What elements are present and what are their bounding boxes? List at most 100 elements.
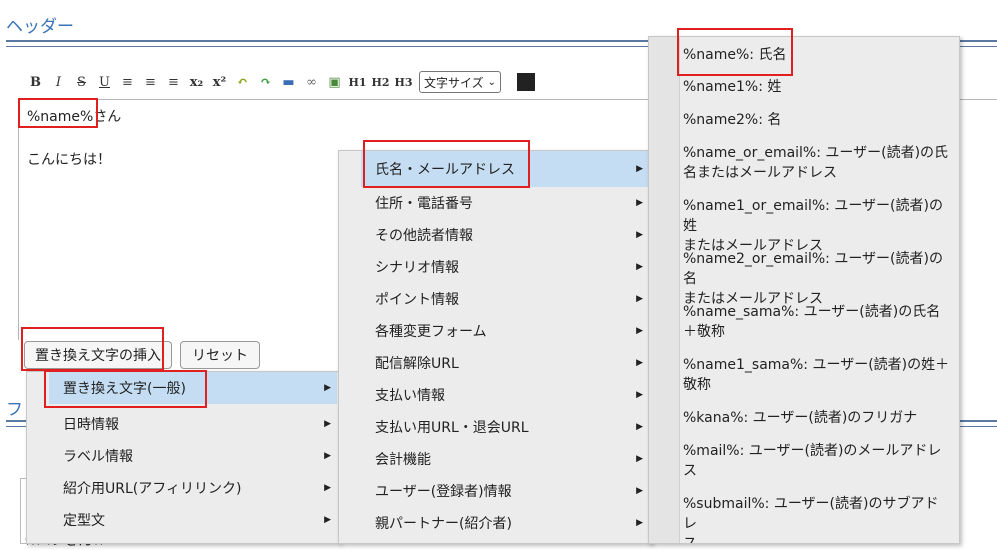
menu-item-label: その他読者情報 <box>375 228 473 244</box>
menu-item-label-info[interactable]: ラベル情報 ▶ <box>49 440 337 472</box>
caret-right-icon: ▶ <box>324 515 331 525</box>
text-color-button[interactable] <box>517 73 536 91</box>
highlight-name-placeholder <box>677 28 793 76</box>
caret-right-icon: ▶ <box>636 518 643 528</box>
placeholder-text-cont: 敬称 <box>683 377 711 393</box>
placeholder-name1-sama[interactable]: %name1_sama%: ユーザー(読者)の姓＋ 敬称 <box>649 355 951 395</box>
reset-button[interactable]: リセット <box>180 341 260 369</box>
highlight-name-email-item <box>363 140 530 188</box>
underline-button[interactable]: U <box>93 71 116 93</box>
caret-right-icon: ▶ <box>636 262 643 272</box>
caret-right-icon: ▶ <box>324 383 331 393</box>
placeholder-text: %name_or_email%: ユーザー(読者)の氏 <box>683 145 949 161</box>
strikethrough-button[interactable]: S <box>70 71 93 93</box>
placeholder-text: %name1_or_email%: ユーザー(読者)の姓 <box>683 198 943 234</box>
name-email-placeholder-menu: %name%: 氏名 %name1%: 姓 %name2%: 名 %name_o… <box>648 36 960 544</box>
menu-item-accounting[interactable]: 会計機能 ▶ <box>361 443 649 475</box>
placeholder-mail[interactable]: %mail%: ユーザー(読者)のメールアドレ ス <box>649 441 951 481</box>
align-left-button[interactable]: ≡ <box>116 71 139 93</box>
horizontal-rule-icon[interactable]: ▬ <box>277 71 300 93</box>
placeholder-text: %name_sama%: ユーザー(読者)の氏名 <box>683 304 941 320</box>
placeholder-text-cont: ス <box>683 536 697 544</box>
caret-right-icon: ▶ <box>636 294 643 304</box>
caret-right-icon: ▶ <box>324 483 331 493</box>
link-icon[interactable]: ∞ <box>300 71 323 93</box>
menu-item-datetime[interactable]: 日時情報 ▶ <box>49 408 337 440</box>
placeholder-text: %name1_sama%: ユーザー(読者)の姓＋ <box>683 357 950 373</box>
redo-icon[interactable]: ↷ <box>254 71 277 93</box>
general-placeholder-menu: 氏名・メールアドレス ▶ 住所・電話番号 ▶ その他読者情報 ▶ シナリオ情報 … <box>338 150 652 544</box>
menu-item-label: 定型文 <box>63 513 105 529</box>
menu-item-label: 親パートナー(紹介者) <box>375 516 512 532</box>
menu-item-affiliate-url[interactable]: 紹介用URL(アフィリリンク) ▶ <box>49 472 337 504</box>
heading1-button[interactable]: H1 <box>346 71 369 93</box>
caret-right-icon: ▶ <box>324 419 331 429</box>
menu-item-label: 支払い用URL・退会URL <box>375 420 529 436</box>
caret-right-icon: ▶ <box>636 486 643 496</box>
menu-item-payment-info[interactable]: 支払い情報 ▶ <box>361 379 649 411</box>
image-icon[interactable]: ▣ <box>323 71 346 93</box>
caret-right-icon: ▶ <box>636 390 643 400</box>
caret-right-icon: ▶ <box>636 326 643 336</box>
caret-right-icon: ▶ <box>636 198 643 208</box>
menu-item-label: シナリオ情報 <box>375 260 459 276</box>
placeholder-text: %name2%: 名 <box>683 112 782 128</box>
menu-item-scenario[interactable]: シナリオ情報 ▶ <box>361 251 649 283</box>
placeholder-text: %name2_or_email%: ユーザー(読者)の名 <box>683 251 943 287</box>
menu-item-points[interactable]: ポイント情報 ▶ <box>361 283 649 315</box>
caret-right-icon: ▶ <box>636 422 643 432</box>
section-title-header: ヘッダー <box>6 17 74 37</box>
bold-button[interactable]: B <box>24 71 47 93</box>
placeholder-text-cont: 名またはメールアドレス <box>683 165 837 181</box>
highlight-name-token <box>18 98 98 128</box>
placeholder-text-cont: ＋敬称 <box>683 324 725 340</box>
placeholder-text: %name1%: 姓 <box>683 79 782 95</box>
align-center-button[interactable]: ≡ <box>139 71 162 93</box>
caret-right-icon: ▶ <box>324 451 331 461</box>
menu-item-label: ラベル情報 <box>63 449 133 465</box>
font-size-select[interactable]: 文字サイズ ⌄ <box>419 71 502 93</box>
menu-item-label: ユーザー(登録者)情報 <box>375 484 512 500</box>
heading2-button[interactable]: H2 <box>369 71 392 93</box>
placeholder-text: %submail%: ユーザー(読者)のサブアドレ <box>683 496 939 532</box>
menu-item-label: 支払い情報 <box>375 388 445 404</box>
menu-item-label: 住所・電話番号 <box>375 196 473 212</box>
menu-item-other-reader[interactable]: その他読者情報 ▶ <box>361 219 649 251</box>
placeholder-kana[interactable]: %kana%: ユーザー(読者)のフリガナ <box>649 408 951 428</box>
placeholder-name1-or-email[interactable]: %name1_or_email%: ユーザー(読者)の姓 またはメールアドレス <box>649 196 951 256</box>
menu-item-label: 会計機能 <box>375 452 431 468</box>
menu-item-address-phone[interactable]: 住所・電話番号 ▶ <box>361 187 649 219</box>
menu-item-label: 配信解除URL <box>375 356 459 372</box>
placeholder-name-sama[interactable]: %name_sama%: ユーザー(読者)の氏名 ＋敬称 <box>649 302 951 342</box>
placeholder-name2-or-email[interactable]: %name2_or_email%: ユーザー(読者)の名 またはメールアドレス <box>649 249 951 309</box>
placeholder-name1[interactable]: %name1%: 姓 <box>649 77 951 97</box>
undo-icon[interactable]: ↶ <box>231 71 254 93</box>
menu-item-change-forms[interactable]: 各種変更フォーム ▶ <box>361 315 649 347</box>
menu-item-parent-partner[interactable]: 親パートナー(紹介者) ▶ <box>361 507 649 539</box>
menu-item-user-info[interactable]: ユーザー(登録者)情報 ▶ <box>361 475 649 507</box>
highlight-insert-button <box>21 327 164 371</box>
chevron-down-icon: ⌄ <box>487 76 497 88</box>
subscript-button[interactable]: x₂ <box>185 71 208 93</box>
section-title-footer: フ <box>6 400 23 420</box>
placeholder-text: %mail%: ユーザー(読者)のメールアドレ <box>683 443 942 459</box>
placeholder-text: %kana%: ユーザー(読者)のフリガナ <box>683 410 918 426</box>
placeholder-submail[interactable]: %submail%: ユーザー(読者)のサブアドレ ス <box>649 494 951 544</box>
menu-item-label: 日時情報 <box>63 417 119 433</box>
align-right-button[interactable]: ≡ <box>162 71 185 93</box>
menu-item-unsubscribe-url[interactable]: 配信解除URL ▶ <box>361 347 649 379</box>
caret-right-icon: ▶ <box>636 164 643 174</box>
placeholder-name-or-email[interactable]: %name_or_email%: ユーザー(読者)の氏 名またはメールアドレス <box>649 143 951 183</box>
heading3-button[interactable]: H3 <box>392 71 415 93</box>
editor-toolbar: B I S U ≡ ≡ ≡ x₂ x² ↶ ↷ ▬ ∞ ▣ H1 H2 H3 文… <box>24 71 536 93</box>
menu-item-label: 紹介用URL(アフィリリンク) <box>63 481 242 497</box>
highlight-general-item <box>44 370 207 408</box>
italic-button[interactable]: I <box>47 71 70 93</box>
editor-line-hello: こんにちは！ <box>27 152 111 168</box>
menu-item-label: ポイント情報 <box>375 292 459 308</box>
menu-item-label: 各種変更フォーム <box>375 324 487 340</box>
superscript-button[interactable]: x² <box>208 71 231 93</box>
menu-item-template[interactable]: 定型文 ▶ <box>49 504 337 536</box>
placeholder-name2[interactable]: %name2%: 名 <box>649 110 951 130</box>
menu-item-payment-url[interactable]: 支払い用URL・退会URL ▶ <box>361 411 649 443</box>
